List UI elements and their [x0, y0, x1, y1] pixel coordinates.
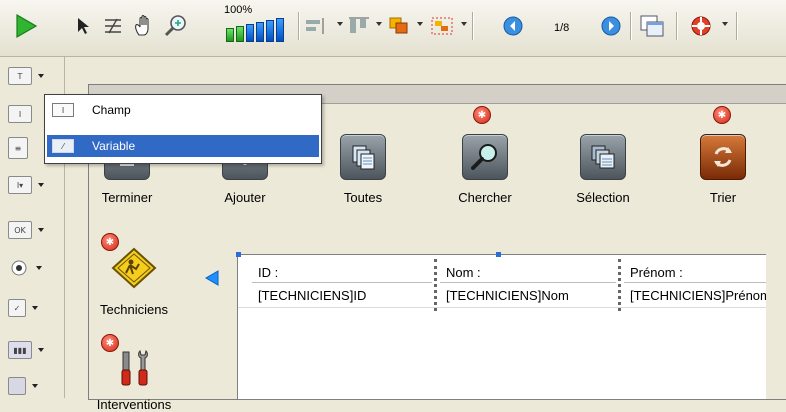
list-resize-handle[interactable] [496, 252, 501, 257]
distribute-dropdown-icon[interactable] [376, 22, 382, 26]
search-label: Chercher [458, 190, 512, 205]
list-resize-handle[interactable] [236, 252, 241, 257]
list-tool-icon: ≡ [8, 137, 28, 159]
zoom-icon[interactable] [162, 8, 190, 44]
run-icon[interactable] [12, 8, 40, 44]
column-header-prenom[interactable]: Prénom : [624, 263, 766, 283]
radio-tool-icon [8, 260, 30, 276]
technicians-nav-button[interactable]: Techniciens [89, 247, 179, 317]
popup-item-label: Variable [92, 139, 136, 153]
add-label: Ajouter [224, 190, 266, 205]
palette-button-tool[interactable]: OK [8, 219, 44, 241]
button-tool-icon: OK [8, 221, 32, 239]
palette-rectangle-tool[interactable] [8, 375, 38, 397]
palette-progress-tool[interactable]: ▮▮▮ [8, 339, 44, 361]
search-button[interactable]: Chercher [435, 134, 535, 205]
sort-button[interactable]: Trier [673, 134, 773, 205]
checkbox-tool-icon: ✓ [8, 299, 26, 317]
table-cell-id[interactable]: [TECHNICIENS]ID [252, 286, 432, 306]
popup-item-champ[interactable]: I Champ [47, 99, 319, 121]
distribute-icon[interactable] [346, 8, 372, 44]
previous-page-icon[interactable] [500, 8, 526, 44]
technicians-icon [111, 247, 157, 292]
chevron-down-icon [36, 266, 42, 270]
chevron-down-icon [38, 183, 44, 187]
bring-front-dropdown-icon[interactable] [417, 22, 423, 26]
progress-tool-icon: ▮▮▮ [8, 341, 32, 359]
sort-icon [700, 134, 746, 180]
selection-button[interactable]: Sélection [553, 134, 653, 205]
popup-item-variable[interactable]: ⁄ Variable [47, 135, 319, 157]
group-icon[interactable] [428, 8, 456, 44]
terminate-label: Terminer [101, 190, 153, 205]
row-divider [238, 307, 766, 308]
palette-radio-tool[interactable] [8, 257, 42, 279]
all-records-label: Toutes [343, 190, 383, 205]
align-dropdown-icon[interactable] [337, 22, 343, 26]
all-records-button[interactable]: Toutes [313, 134, 413, 205]
next-page-icon[interactable] [598, 8, 624, 44]
all-records-icon [340, 134, 386, 180]
column-divider [434, 259, 437, 311]
text-object-icon: T [8, 67, 32, 85]
popup-item-label: Champ [92, 103, 131, 117]
method-badge-icon: ✱ [473, 106, 491, 124]
column-header-nom[interactable]: Nom : [440, 263, 616, 283]
column-divider [618, 259, 621, 311]
chevron-down-icon [38, 228, 44, 232]
chevron-down-icon [32, 384, 38, 388]
selection-icon [580, 134, 626, 180]
rectangle-tool-icon [8, 377, 26, 395]
field-icon: I [52, 103, 74, 117]
column-header-id[interactable]: ID : [252, 263, 432, 283]
align-icon[interactable] [302, 8, 328, 44]
windows-icon[interactable] [636, 8, 668, 44]
group-dropdown-icon[interactable] [461, 22, 467, 26]
zoom-label: 100% [224, 4, 253, 16]
chevron-down-icon [38, 74, 44, 78]
tab-order-icon[interactable] [100, 8, 126, 44]
selection-label: Sélection [576, 190, 630, 205]
field-tool-icon: I [8, 105, 32, 123]
variable-icon: ⁄ [52, 139, 74, 153]
combo-tool-icon: I▾ [8, 176, 32, 194]
current-table-arrow-icon [205, 270, 219, 289]
records-list[interactable]: ID : Nom : Prénom : [TECHNICIENS]ID [TEC… [236, 252, 766, 399]
sort-label: Trier [709, 190, 737, 205]
zoom-level-icon[interactable] [224, 16, 290, 46]
field-type-popup: I Champ ⁄ Variable [44, 94, 322, 164]
palette-list-tool[interactable]: ≡ [8, 137, 28, 159]
pointer-icon[interactable] [72, 8, 94, 44]
interventions-nav-button[interactable]: Interventions [89, 348, 179, 412]
palette-combo-tool[interactable]: I▾ [8, 174, 44, 196]
palette-checkbox-tool[interactable]: ✓ [8, 297, 38, 319]
palette-field-tool[interactable]: I [8, 103, 32, 125]
bring-front-icon[interactable] [386, 8, 412, 44]
chevron-down-icon [38, 348, 44, 352]
technicians-label: Techniciens [100, 302, 168, 317]
search-icon [462, 134, 508, 180]
hand-icon[interactable] [130, 8, 158, 44]
interventions-icon [114, 348, 154, 391]
help-icon[interactable] [688, 8, 714, 44]
table-cell-nom[interactable]: [TECHNICIENS]Nom [440, 286, 616, 306]
method-badge-icon: ✱ [713, 106, 731, 124]
chevron-down-icon [32, 306, 38, 310]
main-toolbar: 100% 1/8 [0, 0, 786, 57]
table-cell-prenom[interactable]: [TECHNICIENS]Prénom [624, 286, 766, 306]
help-dropdown-icon[interactable] [722, 22, 728, 26]
palette-text-tool[interactable]: T [8, 65, 44, 87]
interventions-label: Interventions [96, 397, 172, 412]
page-indicator: 1/8 [554, 22, 570, 34]
